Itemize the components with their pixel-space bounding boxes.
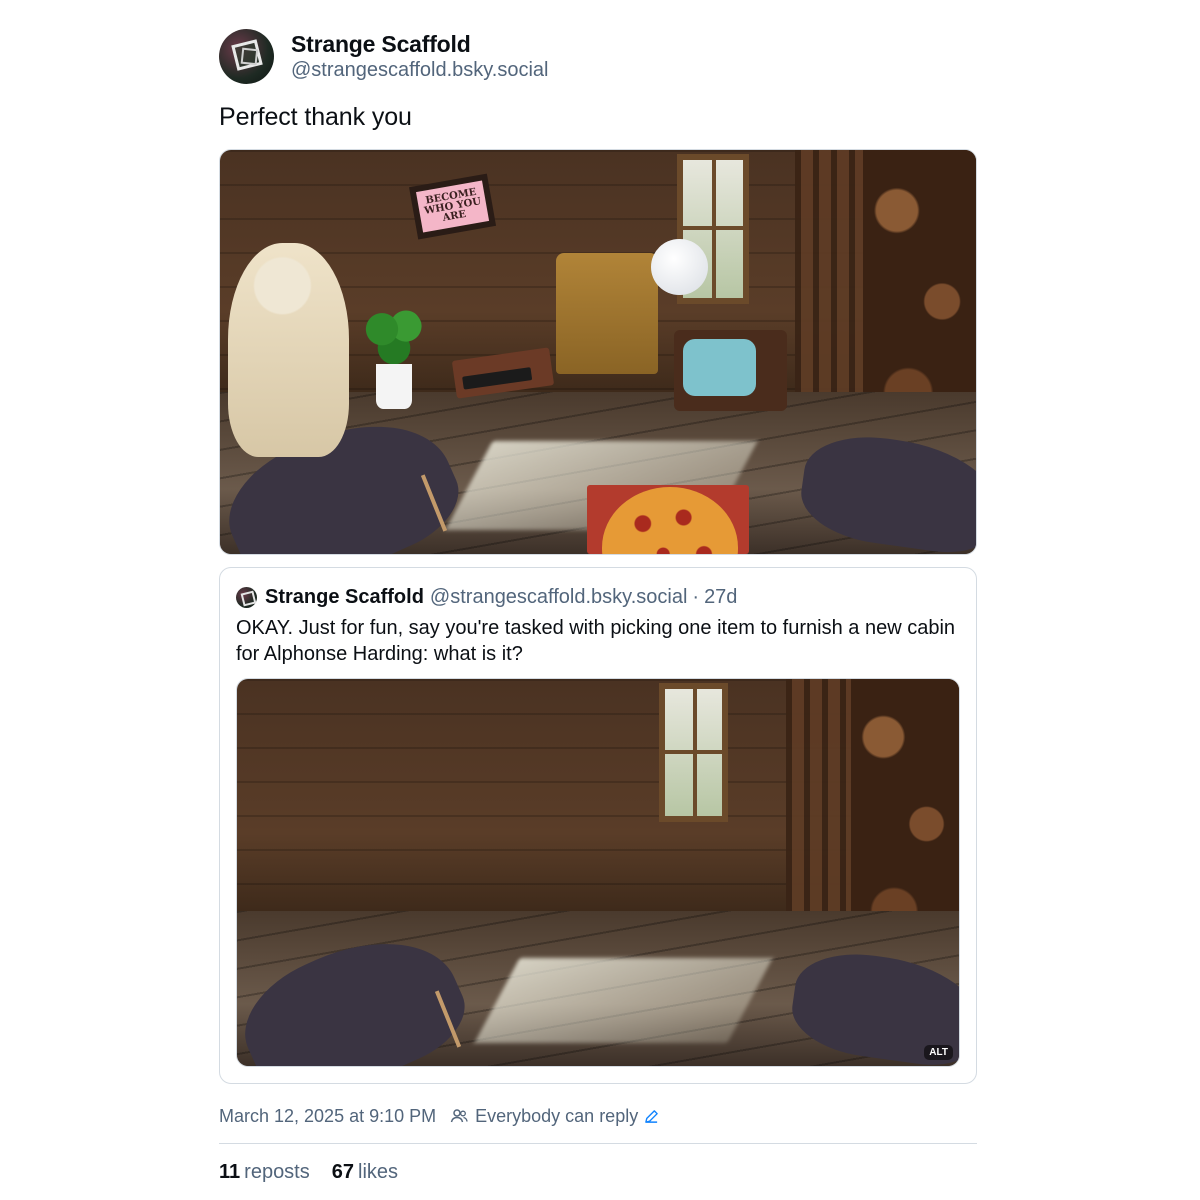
avatar[interactable] xyxy=(219,28,274,84)
quoted-separator: · xyxy=(692,585,700,608)
author-row: Strange Scaffold @strangescaffold.bsky.s… xyxy=(219,28,977,84)
plant-graphic xyxy=(363,303,425,409)
author-display-name[interactable]: Strange Scaffold xyxy=(291,31,548,57)
quoted-age: 27d xyxy=(704,585,738,608)
post-stats: 11 reposts 67 likes xyxy=(219,1159,977,1185)
quoted-avatar xyxy=(236,586,257,608)
quoted-post[interactable]: Strange Scaffold @strangescaffold.bsky.s… xyxy=(219,567,977,1084)
people-icon xyxy=(450,1109,468,1123)
likes-stat[interactable]: 67 likes xyxy=(332,1161,398,1184)
post-timestamp[interactable]: March 12, 2025 at 9:10 PM xyxy=(219,1106,436,1127)
post: Strange Scaffold @strangescaffold.bsky.s… xyxy=(219,28,977,1185)
quoted-display-name: Strange Scaffold xyxy=(265,585,424,608)
author-names: Strange Scaffold @strangescaffold.bsky.s… xyxy=(291,31,548,82)
alt-text-button[interactable]: ALT xyxy=(924,1045,953,1060)
pencil-icon[interactable] xyxy=(644,1109,659,1124)
reply-setting-label[interactable]: Everybody can reply xyxy=(475,1106,638,1127)
author-handle[interactable]: @strangescaffold.bsky.social xyxy=(291,58,548,82)
wall-sign-text: BECOME WHO YOU ARE xyxy=(415,180,490,233)
quoted-post-image[interactable]: ALT xyxy=(236,678,960,1067)
quoted-post-text: OKAY. Just for fun, say you're tasked wi… xyxy=(236,617,956,665)
likes-label: likes xyxy=(358,1160,399,1183)
reposts-stat[interactable]: 11 reposts xyxy=(219,1161,310,1184)
post-image[interactable]: BECOME WHO YOU ARE xyxy=(219,149,977,555)
armchair-graphic xyxy=(556,253,659,375)
divider xyxy=(219,1143,977,1144)
avatar-frame-graphic xyxy=(231,38,263,71)
reposts-label: reposts xyxy=(244,1160,310,1183)
quoted-handle: @strangescaffold.bsky.social xyxy=(429,585,688,608)
likes-count: 67 xyxy=(331,1160,354,1183)
window-graphic xyxy=(659,682,728,823)
quoted-post-header: Strange Scaffold @strangescaffold.bsky.s… xyxy=(236,584,960,610)
television-graphic xyxy=(673,329,787,411)
polar-bear-graphic xyxy=(227,242,349,458)
orb-graphic xyxy=(650,238,708,296)
post-text: Perfect thank you xyxy=(219,103,412,131)
post-meta: March 12, 2025 at 9:10 PM Everybody can … xyxy=(219,1105,977,1127)
empty-cabin-scene xyxy=(237,679,959,1066)
reposts-count: 11 xyxy=(219,1160,241,1183)
